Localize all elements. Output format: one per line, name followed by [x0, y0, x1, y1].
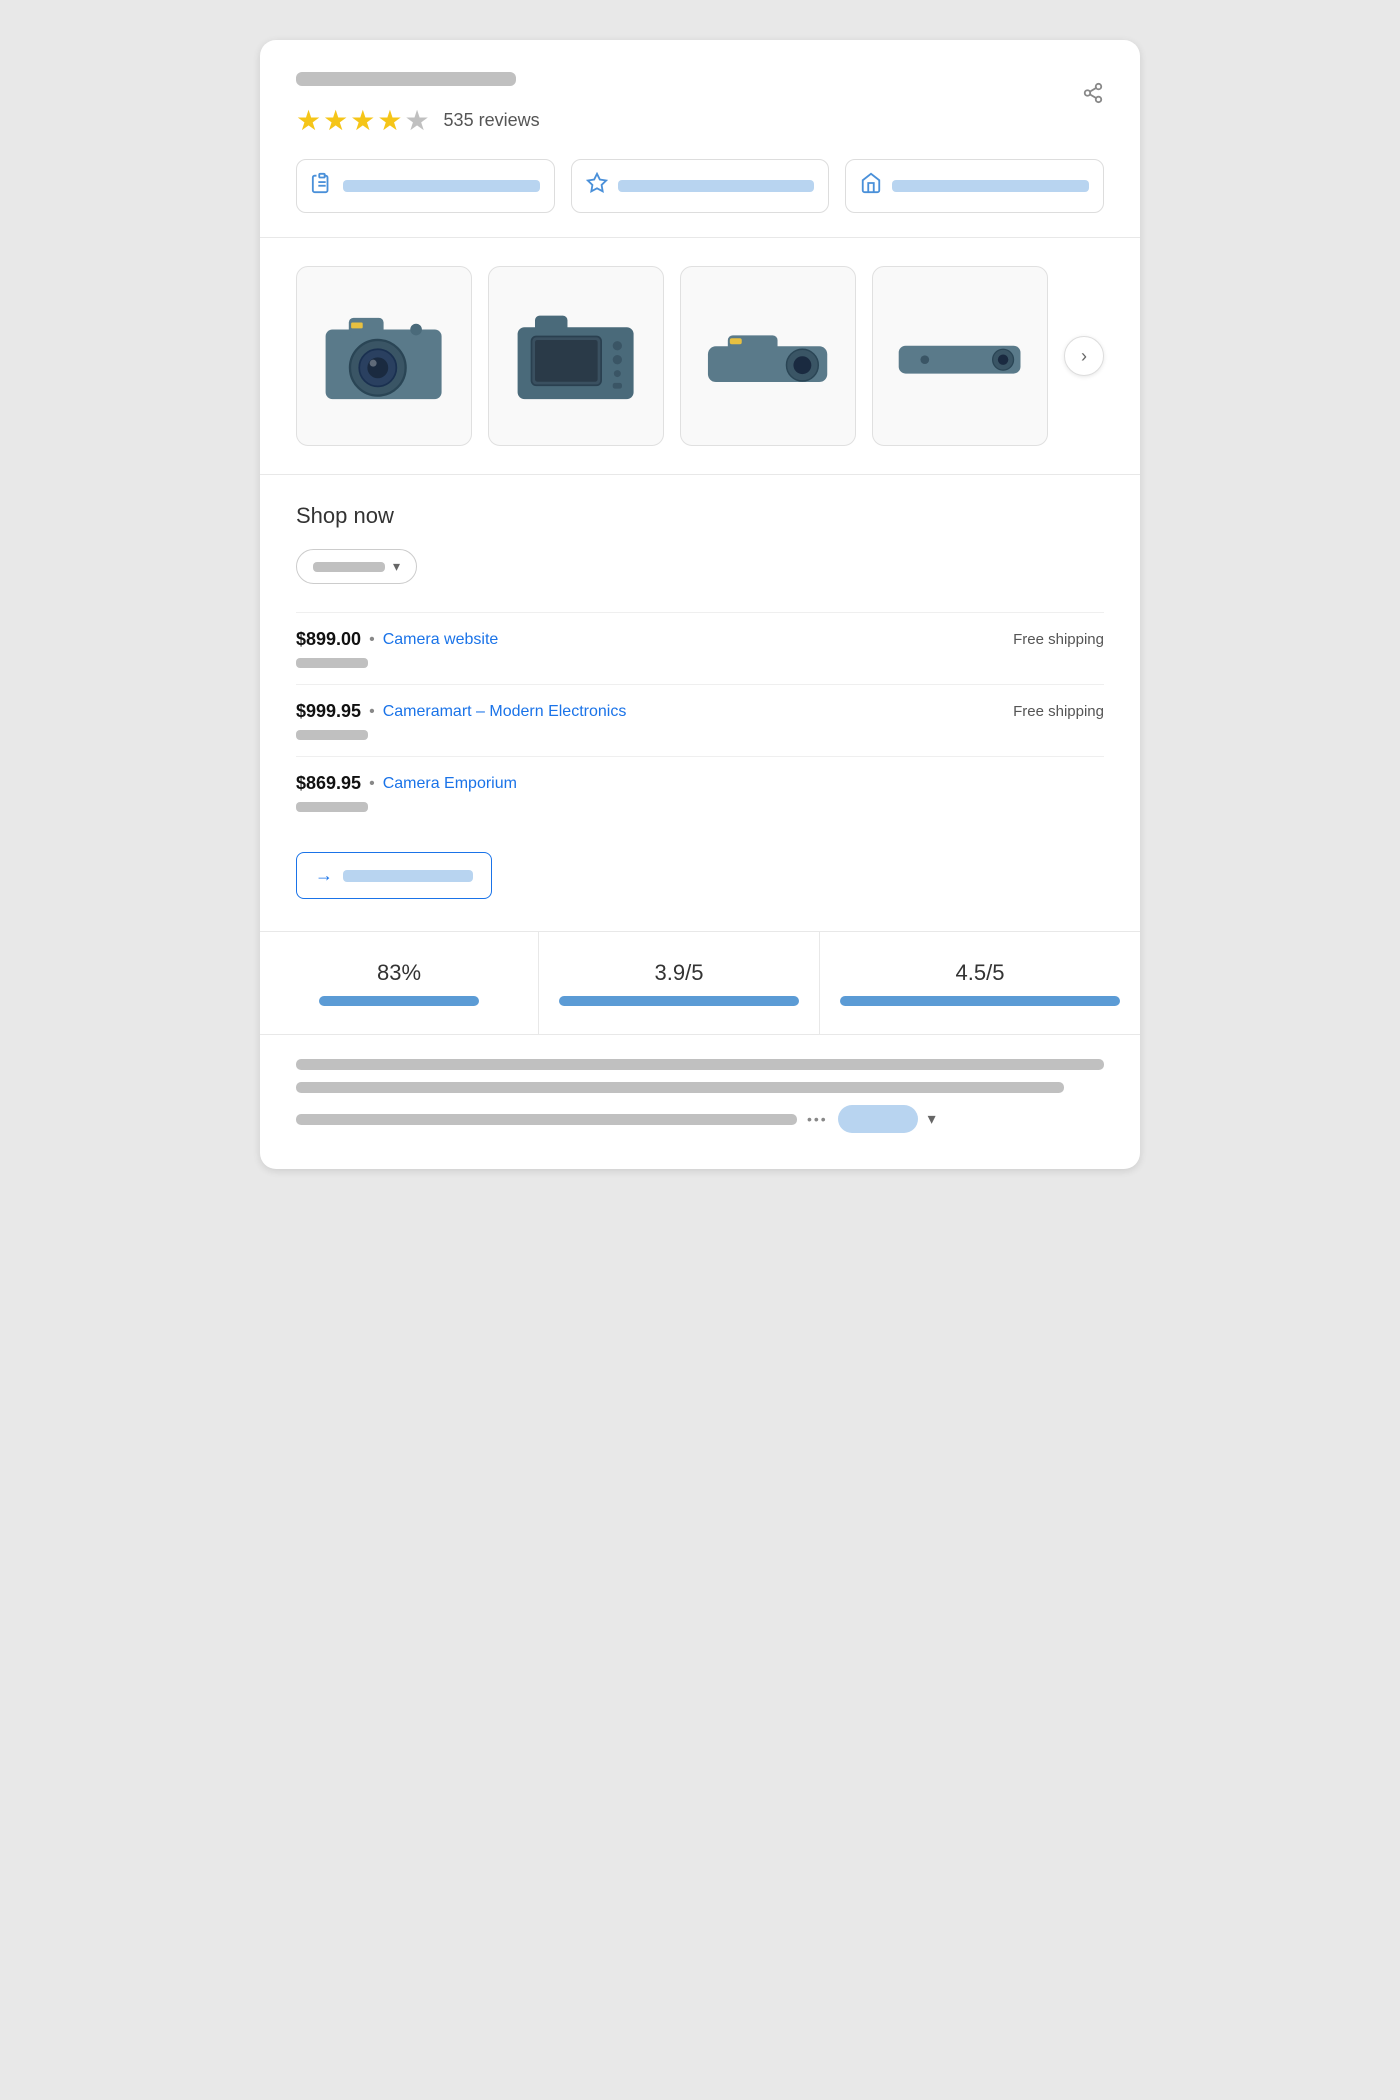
share-icon[interactable]: [1082, 82, 1104, 110]
chevron-right-icon: ›: [1081, 346, 1087, 367]
more-results-button[interactable]: →: [296, 852, 492, 899]
action-btn-3-label: [892, 180, 1089, 192]
listing-3: $869.95 • Camera Emporium: [296, 756, 1104, 828]
listing-3-sub: [296, 802, 368, 812]
stat-3-bar: [840, 996, 1120, 1006]
stat-2: 3.9/5: [539, 932, 820, 1034]
listing-2-sub: [296, 730, 368, 740]
camera-image-3[interactable]: [680, 266, 856, 446]
star-1: ★: [296, 104, 321, 137]
stat-1: 83%: [260, 932, 539, 1034]
listing-1: $899.00 • Camera website Free shipping: [296, 612, 1104, 684]
listing-2-price-site: $999.95 • Cameramart – Modern Electronic…: [296, 701, 626, 722]
listing-1-site[interactable]: Camera website: [383, 631, 499, 649]
camera-images-section: ›: [260, 238, 1140, 475]
footer-line-1: [296, 1059, 1104, 1070]
listing-3-price: $869.95: [296, 773, 361, 794]
listing-1-price-site: $899.00 • Camera website: [296, 629, 498, 650]
listing-2-shipping: Free shipping: [1013, 703, 1104, 720]
product-title-bar: [296, 72, 516, 86]
footer-last-row: ••• ▾: [296, 1105, 1104, 1133]
chevron-down-icon-footer: ▾: [928, 1109, 936, 1129]
footer-line-3: [296, 1114, 797, 1125]
listing-3-site[interactable]: Camera Emporium: [383, 775, 517, 793]
star-4: ★: [377, 104, 402, 137]
expand-button[interactable]: [838, 1105, 918, 1133]
stat-2-value: 3.9/5: [655, 960, 704, 986]
stat-2-bar: [559, 996, 799, 1006]
next-arrow-button[interactable]: ›: [1064, 336, 1104, 376]
listing-1-price: $899.00: [296, 629, 361, 650]
footer-line-2: [296, 1082, 1064, 1093]
stat-3: 4.5/5: [820, 932, 1140, 1034]
star-2: ★: [323, 104, 348, 137]
camera-image-4[interactable]: [872, 266, 1048, 446]
camera-image-2[interactable]: [488, 266, 664, 446]
action-btn-2-label: [618, 180, 815, 192]
separator-2: •: [369, 703, 375, 721]
camera-image-1[interactable]: [296, 266, 472, 446]
stat-1-value: 83%: [377, 960, 421, 986]
arrow-right-icon: →: [315, 865, 333, 886]
listing-1-shipping: Free shipping: [1013, 631, 1104, 648]
stat-1-bar: [319, 996, 479, 1006]
separator-3: •: [369, 775, 375, 793]
rating-row: ★ ★ ★ ★ ★ 535 reviews: [296, 104, 1104, 137]
star-3: ★: [350, 104, 375, 137]
listing-2-price: $999.95: [296, 701, 361, 722]
rating-section: ★ ★ ★ ★ ★ 535 reviews: [260, 40, 1140, 238]
listing-1-top: $899.00 • Camera website Free shipping: [296, 629, 1104, 650]
action-btn-2[interactable]: [571, 159, 830, 213]
listing-2-site[interactable]: Cameramart – Modern Electronics: [383, 703, 627, 721]
store-icon: [860, 172, 882, 200]
listing-2-top: $999.95 • Cameramart – Modern Electronic…: [296, 701, 1104, 722]
listing-3-price-site: $869.95 • Camera Emporium: [296, 773, 517, 794]
listing-3-top: $869.95 • Camera Emporium: [296, 773, 1104, 794]
action-buttons: [296, 159, 1104, 213]
star-5: ★: [404, 104, 429, 137]
stat-3-value: 4.5/5: [956, 960, 1005, 986]
clipboard-icon: [311, 172, 333, 200]
shop-section: Shop now ▾ $899.00 • Camera website Free…: [260, 475, 1140, 932]
star-icon: [586, 172, 608, 200]
stats-section: 83% 3.9/5 4.5/5: [260, 932, 1140, 1035]
review-count: 535 reviews: [444, 110, 540, 131]
product-card: ★ ★ ★ ★ ★ 535 reviews: [260, 40, 1140, 1169]
listing-1-sub: [296, 658, 368, 668]
star-rating: ★ ★ ★ ★ ★: [296, 104, 430, 137]
shop-title: Shop now: [296, 503, 1104, 529]
action-btn-3[interactable]: [845, 159, 1104, 213]
ellipsis: •••: [807, 1111, 828, 1127]
separator-1: •: [369, 631, 375, 649]
filter-dropdown[interactable]: ▾: [296, 549, 417, 584]
footer-section: ••• ▾: [260, 1035, 1140, 1169]
listing-2: $999.95 • Cameramart – Modern Electronic…: [296, 684, 1104, 756]
action-btn-1[interactable]: [296, 159, 555, 213]
chevron-down-icon: ▾: [393, 558, 400, 575]
action-btn-1-label: [343, 180, 540, 192]
filter-label: [313, 562, 385, 572]
more-results-label: [343, 870, 473, 882]
